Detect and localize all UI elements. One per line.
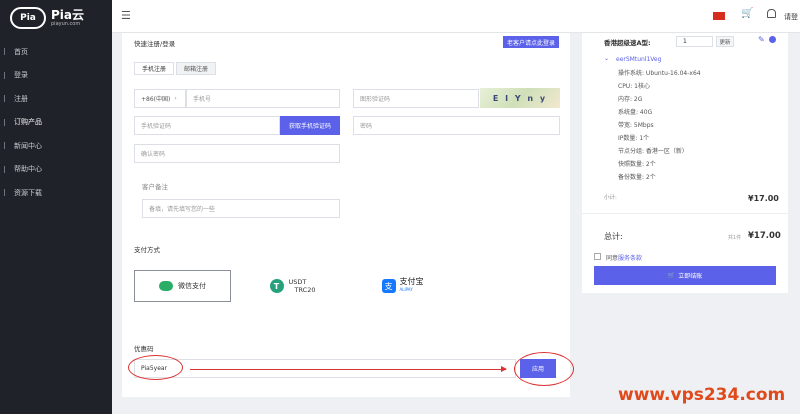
confirm-password-input[interactable]: 确认密码 (134, 144, 340, 163)
coupon-label: 优惠码 (134, 345, 154, 353)
annotation-arrow-head-icon (501, 366, 507, 372)
product-name: 香港超级速A型: (604, 39, 651, 47)
country-code-value: +86(中国) (141, 96, 171, 103)
payment-title: 支付方式 (134, 246, 160, 254)
quantity-input[interactable]: 1 (676, 36, 713, 47)
language-flag-icon[interactable] (713, 12, 725, 20)
nav-bullet-icon (4, 48, 8, 56)
remarks-label: 客户备注 (142, 183, 168, 191)
phone-input[interactable]: 手机号 (186, 89, 340, 108)
spec-backups: 备份数量: 2个 (618, 174, 656, 181)
alipay-icon: 支 (381, 279, 396, 293)
payment-usdt-label: USDT (288, 278, 307, 286)
checkout-button-label: 立即结账 (678, 273, 703, 280)
sms-code-input[interactable]: 手机验证码 (134, 116, 280, 135)
spec-ip-count: IP数量: 1个 (618, 135, 650, 142)
cart-icon[interactable]: 🛒 (741, 8, 753, 19)
annotation-circle-apply (514, 352, 574, 386)
agree-terms-text: 同意服务条款 (606, 253, 642, 262)
spec-memory: 内存: 2G (618, 96, 643, 103)
spec-node-group: 节点分组: 香港一区（新） (618, 148, 688, 155)
wechat-pay-icon (159, 281, 173, 291)
nav-bullet-icon (4, 189, 8, 197)
sidebar-item-label: 订购产品 (14, 118, 42, 127)
spec-disk: 系统盘: 40G (618, 109, 653, 116)
order-summary: 香港超级速A型: 1 更新 ✎ ⌄ eerSMtunl1Veg 操作系统: Ub… (582, 33, 788, 293)
payment-usdt-sublabel: TRC20 (294, 286, 316, 294)
section-title: 快速注册/登录 (134, 40, 176, 48)
notification-bell-icon[interactable] (767, 9, 776, 18)
config-name: eerSMtunl1Veg (616, 56, 662, 63)
payment-alipay[interactable]: 支 支付宝 ALIPAY (354, 270, 451, 302)
terms-link[interactable]: 服务条款 (618, 255, 642, 262)
nav-bullet-icon (4, 165, 8, 173)
sidebar-item-news[interactable]: 新闻中心 (0, 134, 112, 158)
tab-phone-register[interactable]: 手机注册 (134, 62, 174, 75)
remarks-input[interactable]: 备填，请先填写您的一些 (142, 199, 340, 218)
spec-cpu: CPU: 1核心 (618, 83, 650, 90)
captcha-image[interactable]: E I Y n y (480, 88, 560, 108)
subtotal-label: 小计: (604, 195, 617, 201)
menu-toggle-icon[interactable]: ☰ (121, 9, 131, 22)
spec-bandwidth: 带宽: 5Mbps (618, 122, 654, 129)
divider (582, 213, 788, 214)
top-bar: ☰ 🛒 请登 (112, 0, 800, 33)
sidebar-item-label: 资源下载 (14, 188, 42, 197)
logo-sub: piayun.com (51, 21, 81, 27)
tab-email-register[interactable]: 邮箱注册 (176, 62, 216, 75)
payment-usdt[interactable]: T USDT TRC20 (244, 270, 341, 302)
total-label: 总计: (604, 232, 623, 241)
sidebar-item-label: 帮助中心 (14, 165, 42, 174)
agree-prefix: 同意 (606, 255, 619, 262)
nav-bullet-icon (4, 142, 8, 150)
payment-alipay-label: 支付宝 (399, 277, 424, 286)
checkout-form: 快速注册/登录 老客户请点此登录 手机注册 邮箱注册 +86(中国) › 手机号… (122, 33, 570, 397)
checkout-button[interactable]: 🛒 立即结账 (594, 266, 776, 285)
payment-wechat[interactable]: 微信支付 (134, 270, 231, 302)
edit-pencil-icon[interactable]: ✎ (758, 35, 765, 44)
subtotal-value: ¥17.00 (748, 194, 779, 203)
sidebar-item-login[interactable]: 登录 (0, 64, 112, 88)
agree-terms-checkbox[interactable] (594, 253, 601, 260)
sidebar-item-label: 新闻中心 (14, 141, 42, 150)
user-login-link[interactable]: 请登 (784, 12, 798, 22)
sidebar-item-label: 注册 (14, 94, 28, 103)
settings-gear-icon[interactable] (769, 36, 776, 43)
nav-bullet-icon (4, 71, 8, 79)
existing-customer-login-button[interactable]: 老客户请点此登录 (503, 36, 559, 48)
annotation-circle-coupon (128, 355, 183, 380)
update-quantity-button[interactable]: 更新 (716, 36, 734, 47)
logo[interactable]: Pia Pia云 piayun.com (0, 0, 112, 36)
sidebar-nav: 首页 登录 注册 订购产品 新闻中心 帮助中心 资源下载 (0, 40, 112, 205)
logo-name: Pia云 (51, 8, 85, 22)
nav-bullet-icon (4, 118, 8, 126)
spec-os: 操作系统: Ubuntu-16.04-x64 (618, 70, 701, 77)
sidebar-item-label: 登录 (14, 71, 28, 80)
sidebar: Pia Pia云 piayun.com 首页 登录 注册 订购产品 新闻中心 帮… (0, 0, 112, 414)
cart-icon: 🛒 (667, 272, 676, 279)
annotation-arrow-line (190, 369, 506, 370)
get-sms-code-button[interactable]: 获取手机验证码 (280, 116, 340, 135)
password-input[interactable]: 密码 (353, 116, 560, 135)
captcha-input[interactable]: 图形验证码 (353, 89, 479, 108)
nav-bullet-icon (4, 95, 8, 103)
sidebar-item-home[interactable]: 首页 (0, 40, 112, 64)
total-count: 共1件 (728, 235, 742, 241)
total-value: ¥17.00 (748, 231, 781, 241)
sidebar-item-label: 首页 (14, 47, 28, 56)
country-code-select[interactable]: +86(中国) › (134, 89, 186, 108)
spec-snapshots: 快照数量: 2个 (618, 161, 656, 168)
sidebar-item-help[interactable]: 帮助中心 (0, 158, 112, 182)
tether-icon: T (269, 279, 284, 293)
sidebar-item-register[interactable]: 注册 (0, 87, 112, 111)
payment-wechat-label: 微信支付 (178, 282, 206, 290)
logo-badge: Pia (10, 7, 46, 29)
payment-alipay-sublabel: ALIPAY (399, 287, 413, 292)
chevron-down-icon: › (174, 95, 177, 102)
sidebar-item-downloads[interactable]: 资源下载 (0, 181, 112, 205)
watermark: www.vps234.com (618, 385, 786, 405)
chevron-down-icon: ⌄ (604, 55, 610, 62)
sidebar-item-order-products[interactable]: 订购产品 (0, 111, 112, 135)
